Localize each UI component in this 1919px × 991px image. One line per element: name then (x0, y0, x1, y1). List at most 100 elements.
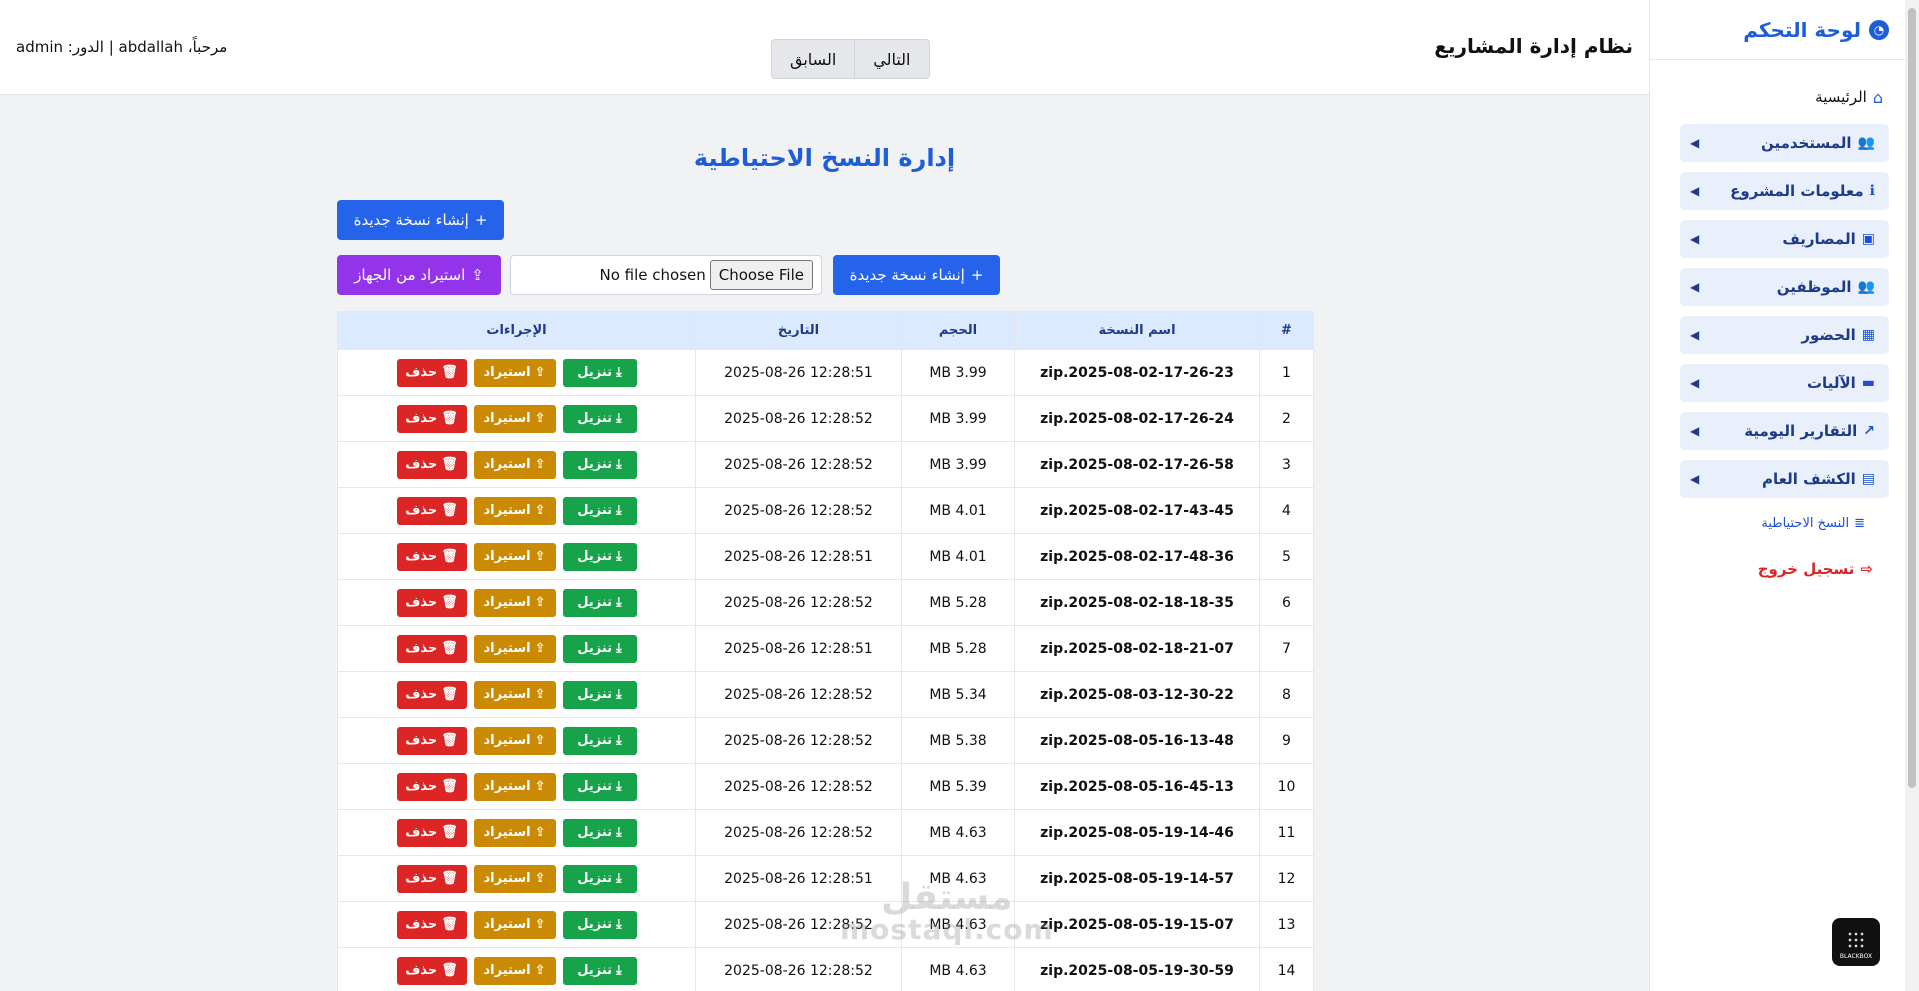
sidebar-group-4[interactable]: ▦ الحضور ◀ (1680, 316, 1889, 354)
header-date: التاريخ (695, 311, 902, 350)
delete-label: حذف (405, 365, 438, 380)
actions-group: ⤓ تنزيل ⇪ استيراد 🗑 حذف (338, 956, 695, 985)
row-actions: ⤓ تنزيل ⇪ استيراد 🗑 حذف (337, 671, 696, 718)
download-button[interactable]: ⤓ تنزيل (562, 956, 637, 985)
restore-button[interactable]: ⇪ استيراد (473, 772, 556, 801)
restore-button[interactable]: ⇪ استيراد (473, 726, 556, 755)
row-actions: ⤓ تنزيل ⇪ استيراد 🗑 حذف (337, 901, 696, 948)
backup-date: 2025-08-26 12:28:52 (695, 809, 902, 856)
caret-left-icon: ◀ (1690, 424, 1700, 438)
restore-button[interactable]: ⇪ استيراد (473, 496, 556, 525)
delete-button[interactable]: 🗑 حذف (396, 772, 467, 801)
delete-button[interactable]: 🗑 حذف (396, 726, 467, 755)
scrollbar[interactable] (1905, 0, 1919, 991)
backups-table: # اسم النسخة الحجم التاريخ الإجراءات 1 zi… (337, 311, 1314, 991)
row-num: 6 (1259, 579, 1314, 626)
download-button[interactable]: ⤓ تنزيل (562, 358, 637, 387)
restore-button[interactable]: ⇪ استيراد (473, 358, 556, 387)
download-button[interactable]: ⤓ تنزيل (562, 588, 637, 617)
sidebar: ◔ لوحة التحكم ⌂ الرئيسية 👥 المستخدمين ◀ ℹ مع… (1649, 0, 1919, 991)
download-button[interactable]: ⤓ تنزيل (562, 450, 637, 479)
trash-icon: 🗑 (441, 733, 458, 748)
delete-button[interactable]: 🗑 حذف (396, 450, 467, 479)
row-actions: ⤓ تنزيل ⇪ استيراد 🗑 حذف (337, 763, 696, 810)
delete-button[interactable]: 🗑 حذف (396, 634, 467, 663)
restore-button[interactable]: ⇪ استيراد (473, 542, 556, 571)
sidebar-item-home[interactable]: ⌂ الرئيسية (1650, 80, 1919, 114)
delete-button[interactable]: 🗑 حذف (396, 358, 467, 387)
backup-date: 2025-08-26 12:28:52 (695, 947, 902, 991)
backup-name: zip.2025-08-02-17-43-45 (1014, 487, 1260, 534)
delete-button[interactable]: 🗑 حذف (396, 496, 467, 525)
sidebar-group-7[interactable]: ▤ الكشف العام ◀ (1680, 460, 1889, 498)
delete-button[interactable]: 🗑 حذف (396, 818, 467, 847)
create-backup-button[interactable]: + إنشاء نسخة جديدة (337, 200, 504, 240)
delete-button[interactable]: 🗑 حذف (396, 588, 467, 617)
table-row: 5 zip.2025-08-02-17-48-36 MB 4.01 2025-08-2… (337, 533, 1314, 580)
download-button[interactable]: ⤓ تنزيل (562, 818, 637, 847)
sidebar-item-backups[interactable]: ≣ النسخ الاحتياطية (1650, 508, 1919, 538)
download-button[interactable]: ⤓ تنزيل (562, 496, 637, 525)
download-button[interactable]: ⤓ تنزيل (562, 772, 637, 801)
restore-label: استيراد (483, 963, 531, 978)
restore-button[interactable]: ⇪ استيراد (473, 680, 556, 709)
scrollbar-thumb[interactable] (1908, 8, 1916, 788)
blackbox-badge[interactable]: BLACKBOX (1832, 918, 1880, 966)
upload-icon: ⇪ (471, 266, 484, 284)
row-num: 8 (1259, 671, 1314, 718)
header-size: الحجم (901, 311, 1015, 350)
download-button[interactable]: ⤓ تنزيل (562, 634, 637, 663)
delete-button[interactable]: 🗑 حذف (396, 680, 467, 709)
sidebar-group-5[interactable]: ▬ الآليات ◀ (1680, 364, 1889, 402)
sidebar-group-6[interactable]: ↗ التقارير اليومية ◀ (1680, 412, 1889, 450)
restore-button[interactable]: ⇪ استيراد (473, 450, 556, 479)
sidebar-brand[interactable]: ◔ لوحة التحكم (1650, 0, 1919, 60)
download-button[interactable]: ⤓ تنزيل (562, 726, 637, 755)
sidebar-group-0[interactable]: 👥 المستخدمين ◀ (1680, 124, 1889, 162)
sidebar-group-3[interactable]: 👥 الموظفين ◀ (1680, 268, 1889, 306)
trash-icon: 🗑 (441, 687, 458, 702)
backup-name: zip.2025-08-05-16-13-48 (1014, 717, 1260, 764)
backup-size: MB 3.99 (901, 441, 1015, 488)
delete-button[interactable]: 🗑 حذف (396, 910, 467, 939)
delete-button[interactable]: 🗑 حذف (396, 404, 467, 433)
upload-icon: ⇪ (534, 365, 546, 380)
restore-button[interactable]: ⇪ استيراد (473, 818, 556, 847)
trash-icon: 🗑 (441, 825, 458, 840)
download-button[interactable]: ⤓ تنزيل (562, 542, 637, 571)
restore-label: استيراد (483, 825, 531, 840)
prev-button[interactable]: السابق (771, 39, 855, 79)
choose-file-button[interactable]: Choose File (709, 260, 813, 290)
sidebar-group-label-wrap: ▦ الحضور (1801, 326, 1875, 344)
restore-from-device-button[interactable]: ⇪ استيراد من الجهاز (337, 255, 501, 295)
create-backup-button-2[interactable]: + إنشاء نسخة جديدة (833, 255, 1000, 295)
download-button[interactable]: ⤓ تنزيل (562, 680, 637, 709)
caret-left-icon: ◀ (1690, 184, 1700, 198)
backup-size: MB 5.39 (901, 763, 1015, 810)
restore-button[interactable]: ⇪ استيراد (473, 634, 556, 663)
row-num: 4 (1259, 487, 1314, 534)
sidebar-group-1[interactable]: ℹ معلومات المشروع ◀ (1680, 172, 1889, 210)
file-input[interactable]: No file chosen Choose File (510, 255, 822, 295)
delete-button[interactable]: 🗑 حذف (396, 864, 467, 893)
restore-button[interactable]: ⇪ استيراد (473, 956, 556, 985)
home-icon: ⌂ (1872, 87, 1883, 107)
download-button[interactable]: ⤓ تنزيل (562, 404, 637, 433)
restore-button[interactable]: ⇪ استيراد (473, 864, 556, 893)
backup-name: zip.2025-08-02-18-18-35 (1014, 579, 1260, 626)
row-num: 10 (1259, 763, 1314, 810)
download-button[interactable]: ⤓ تنزيل (562, 864, 637, 893)
restore-button[interactable]: ⇪ استيراد (473, 910, 556, 939)
download-button[interactable]: ⤓ تنزيل (562, 910, 637, 939)
sidebar-group-2[interactable]: ▣ المصاريف ◀ (1680, 220, 1889, 258)
logout-link[interactable]: ⇨ تسجيل خروج (1650, 554, 1919, 584)
restore-button[interactable]: ⇪ استيراد (473, 404, 556, 433)
trash-icon: 🗑 (441, 549, 458, 564)
delete-button[interactable]: 🗑 حذف (396, 956, 467, 985)
logout-label: تسجيل خروج (1757, 560, 1855, 578)
restore-button[interactable]: ⇪ استيراد (473, 588, 556, 617)
page-title: إدارة النسخ الاحتياطية (693, 144, 956, 172)
next-button[interactable]: التالي (854, 39, 930, 79)
delete-button[interactable]: 🗑 حذف (396, 542, 467, 571)
restore-label: استيراد (483, 549, 531, 564)
